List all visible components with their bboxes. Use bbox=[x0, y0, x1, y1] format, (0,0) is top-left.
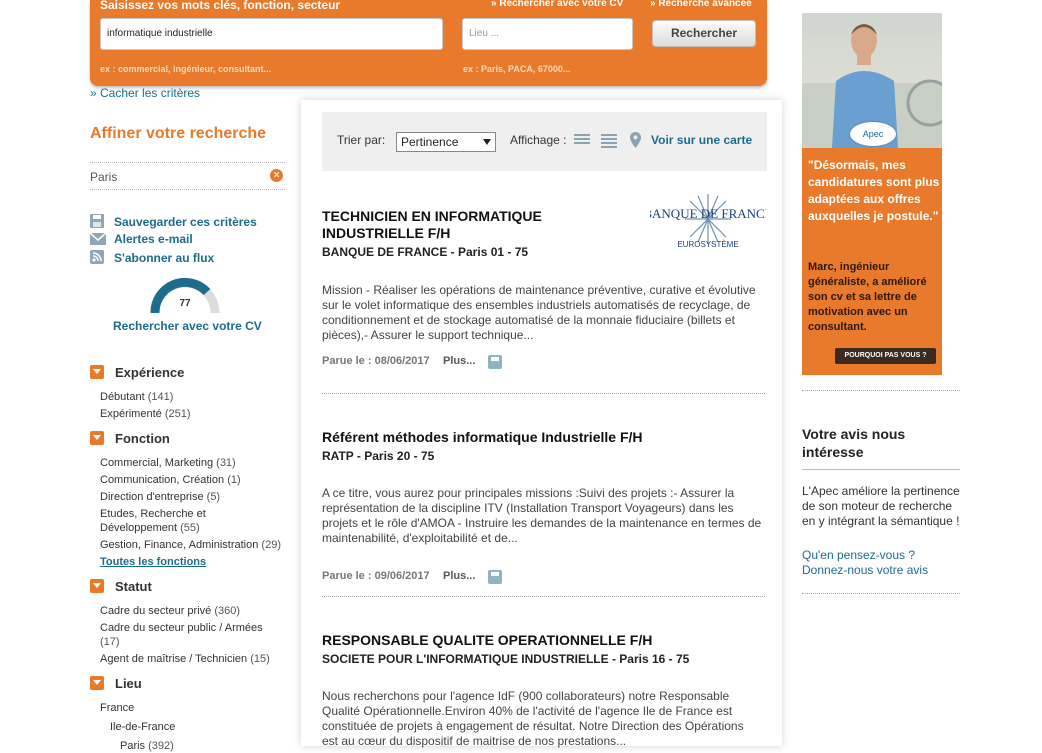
section-title: Lieu bbox=[115, 676, 142, 691]
cv-search-link[interactable]: » Rechercher avec votre CV bbox=[491, 0, 623, 9]
keywords-hint: ex : commercial, ingénieur, consultant..… bbox=[100, 64, 272, 74]
chevron-down-icon bbox=[90, 676, 104, 690]
keywords-input[interactable]: informatique industrielle bbox=[100, 18, 443, 50]
divider bbox=[322, 393, 765, 394]
job-date: Parue le : 09/06/2017 bbox=[322, 570, 430, 582]
job-description: Mission - Réaliser les opérations de mai… bbox=[322, 283, 756, 342]
advanced-search-link[interactable]: » Recherche avancée bbox=[650, 0, 752, 9]
cv-match-gauge[interactable]: 77 bbox=[149, 273, 221, 313]
rss-label: S'abonner au flux bbox=[114, 251, 215, 265]
filter-option[interactable]: France bbox=[100, 701, 134, 715]
filter-option[interactable]: Cadre du secteur privé (360) bbox=[100, 604, 240, 618]
chevron-down-icon bbox=[90, 431, 104, 445]
job-description: A ce titre, vous aurez pour principales … bbox=[322, 486, 762, 545]
section-fonction[interactable]: Fonction bbox=[90, 431, 170, 446]
save-criteria-label: Sauvegarder ces critères bbox=[114, 215, 257, 229]
section-statut[interactable]: Statut bbox=[90, 579, 152, 594]
map-view-link[interactable]: Voir sur une carte bbox=[651, 133, 752, 147]
section-experience[interactable]: Expérience bbox=[90, 365, 184, 380]
location-input[interactable]: Lieu ... bbox=[462, 18, 633, 50]
filter-option[interactable]: Agent de maîtrise / Technicien (15) bbox=[100, 652, 270, 666]
job-meta: Parue le : 09/06/2017 Plus... bbox=[322, 570, 765, 584]
feedback-title: Votre avis nous intéresse bbox=[802, 425, 960, 470]
job-meta: Parue le : 08/06/2017 Plus... bbox=[322, 355, 765, 369]
divider bbox=[802, 593, 960, 594]
search-bar: Saisissez vos mots clés, fonction, secte… bbox=[90, 0, 767, 86]
ad-quote: "Désormais, mes candidatures sont plus a… bbox=[808, 158, 940, 223]
rss-link[interactable]: S'abonner au flux bbox=[90, 250, 214, 265]
logo-subtitle: EUROSYSTÈME bbox=[677, 240, 738, 249]
ad-signature: Marc, ingénieur généraliste, a amélioré … bbox=[808, 261, 927, 333]
rss-icon bbox=[90, 250, 106, 264]
location-hint: ex : Paris, PACA, 67000... bbox=[463, 64, 571, 74]
divider bbox=[802, 390, 960, 391]
ad-photo: Apec bbox=[802, 13, 942, 148]
more-link[interactable]: Plus... bbox=[443, 570, 475, 582]
filter-option[interactable]: Expérimenté (251) bbox=[100, 407, 191, 421]
filter-option[interactable]: Gestion, Finance, Administration (29) bbox=[100, 538, 281, 552]
detailed-view-icon[interactable] bbox=[601, 134, 617, 148]
feedback-text: L'Apec améliore la pertinence de son mot… bbox=[802, 484, 960, 528]
section-title: Statut bbox=[115, 579, 152, 594]
cv-search-label[interactable]: Rechercher avec votre CV bbox=[113, 319, 262, 333]
save-job-icon[interactable] bbox=[488, 355, 502, 369]
refine-title: Affiner votre recherche bbox=[90, 125, 267, 142]
search-button[interactable]: Rechercher bbox=[652, 20, 756, 47]
chevron-down-icon bbox=[483, 139, 491, 145]
job-item[interactable]: Référent méthodes informatique Industrie… bbox=[322, 429, 765, 463]
job-date: Parue le : 08/06/2017 bbox=[322, 355, 430, 367]
filter-option[interactable]: Direction d'entreprise (5) bbox=[100, 490, 220, 504]
filter-option[interactable]: Etudes, Recherche et Développement (55) bbox=[100, 507, 225, 535]
job-title[interactable]: Référent méthodes informatique Industrie… bbox=[322, 429, 722, 446]
job-title[interactable]: TECHNICIEN EN INFORMATIQUE INDUSTRIELLE … bbox=[322, 208, 582, 242]
hide-criteria-link[interactable]: » Cacher les critères bbox=[90, 86, 200, 100]
all-functions-link[interactable]: Toutes les fonctions bbox=[100, 555, 206, 569]
list-view-icon[interactable] bbox=[574, 134, 590, 148]
section-title: Expérience bbox=[115, 365, 185, 380]
gauge-value: 77 bbox=[179, 298, 191, 309]
email-alerts-label: Alertes e-mail bbox=[114, 232, 193, 246]
job-company: RATP - Paris 20 - 75 bbox=[322, 449, 435, 463]
ad-cta-button[interactable]: POURQUOI PAS VOUS ? bbox=[835, 348, 936, 364]
feedback-link-give[interactable]: Donnez-nous votre avis bbox=[802, 563, 928, 577]
envelope-icon bbox=[89, 232, 107, 246]
divider bbox=[322, 596, 765, 597]
results-toolbar: Trier par: Pertinence Affichage : Voir s… bbox=[322, 112, 767, 171]
active-filter: Paris × bbox=[90, 162, 285, 190]
filter-option[interactable]: Communication, Création (1) bbox=[100, 473, 241, 487]
filter-option[interactable]: Débutant (141) bbox=[100, 390, 173, 404]
section-title: Fonction bbox=[115, 431, 170, 446]
sort-select[interactable]: Pertinence bbox=[396, 132, 496, 152]
apec-logo: Apec bbox=[850, 122, 896, 146]
filter-option[interactable]: Ile-de-France bbox=[110, 720, 175, 734]
job-title[interactable]: RESPONSABLE QUALITE OPERATIONNELLE F/H bbox=[322, 632, 722, 649]
section-lieu[interactable]: Lieu bbox=[90, 676, 142, 691]
chevron-down-icon bbox=[90, 365, 104, 379]
email-alerts-link[interactable]: Alertes e-mail bbox=[89, 232, 193, 246]
apec-ad-banner[interactable]: Apec "Désormais, mes candidatures sont p… bbox=[802, 13, 942, 375]
map-pin-icon[interactable] bbox=[630, 132, 641, 148]
sort-label: Trier par: bbox=[337, 133, 386, 147]
feedback-link-opinion[interactable]: Qu'en pensez-vous ? bbox=[802, 548, 915, 562]
remove-filter-icon[interactable]: × bbox=[270, 169, 283, 182]
keywords-label: Saisissez vos mots clés, fonction, secte… bbox=[100, 0, 341, 12]
logo-name: BANQUE DE FRANCE bbox=[650, 206, 766, 221]
filter-option[interactable]: Commercial, Marketing (31) bbox=[100, 456, 236, 470]
filter-option[interactable]: Paris (392) bbox=[120, 739, 174, 753]
filter-option[interactable]: Cadre du secteur public / Armées (17) bbox=[100, 621, 275, 649]
job-item[interactable]: RESPONSABLE QUALITE OPERATIONNELLE F/H S… bbox=[322, 632, 765, 666]
display-label: Affichage : bbox=[510, 133, 567, 147]
active-filter-label: Paris bbox=[90, 170, 118, 184]
company-logo: BANQUE DE FRANCE EUROSYSTÈME bbox=[643, 192, 773, 252]
job-company: SOCIETE POUR L'INFORMATIQUE INDUSTRIELLE… bbox=[322, 652, 690, 666]
save-job-icon[interactable] bbox=[488, 570, 502, 584]
floppy-icon bbox=[90, 214, 106, 228]
save-criteria-link[interactable]: Sauvegarder ces critères bbox=[90, 214, 257, 229]
chevron-down-icon bbox=[90, 579, 104, 593]
job-description: Nous recherchons pour l'agence IdF (900 … bbox=[322, 689, 744, 748]
more-link[interactable]: Plus... bbox=[443, 355, 475, 367]
